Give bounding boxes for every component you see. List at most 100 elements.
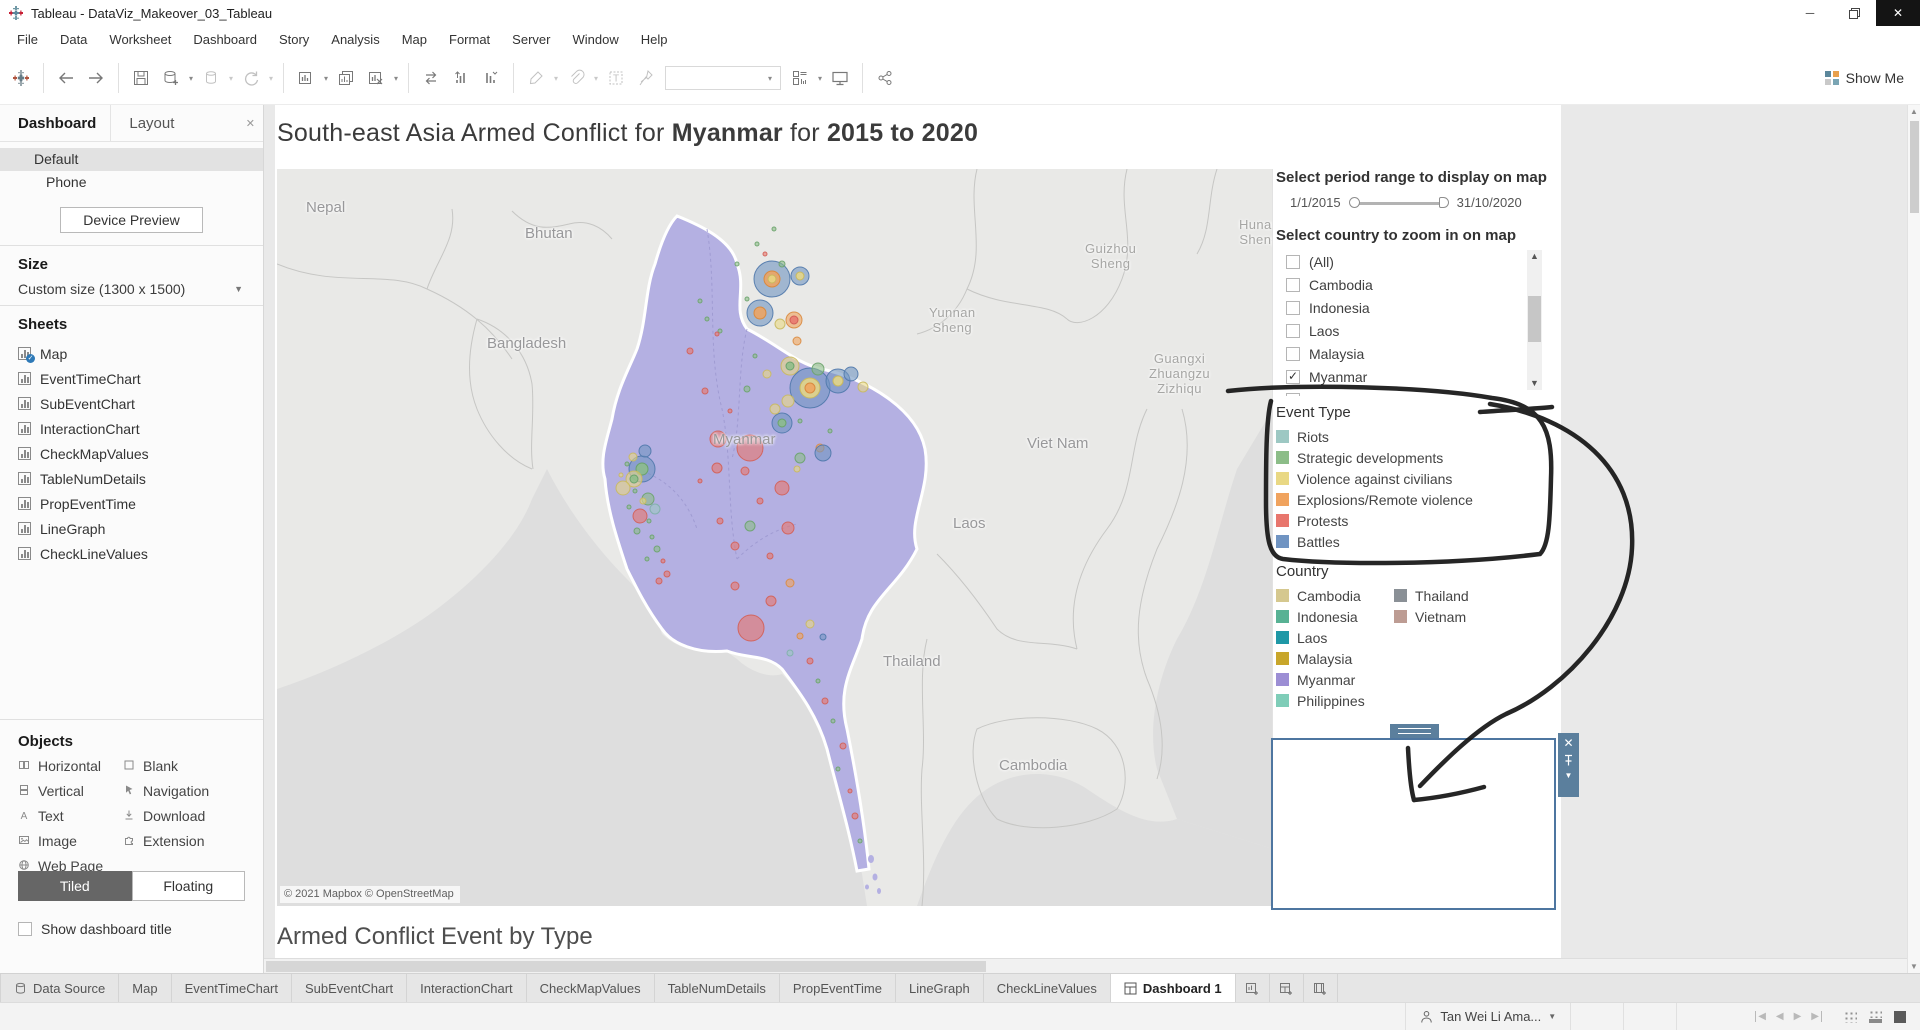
menu-data[interactable]: Data [49,28,98,51]
show-me-button[interactable]: Show Me [1824,70,1904,86]
map-bubble[interactable] [632,508,648,524]
map-bubble[interactable] [632,488,638,494]
new-worksheet-caret[interactable]: ▾ [321,74,331,83]
map-bubble[interactable] [756,497,764,505]
map-bubble[interactable] [628,452,638,462]
map-bubble[interactable] [793,465,801,473]
menu-dashboard[interactable]: Dashboard [182,28,268,51]
pause-updates-button[interactable] [196,61,226,95]
map-bubble-ring[interactable] [832,375,844,387]
scrollbar-thumb[interactable] [1528,296,1541,342]
redo-button[interactable] [81,61,111,95]
first-sheet-icon[interactable]: ◀ [1755,1011,1766,1022]
map-bubble[interactable] [781,394,795,408]
country-option-all[interactable]: (All) [1286,250,1558,273]
checkbox-icon[interactable] [1286,277,1300,292]
map-bubble[interactable] [644,556,650,562]
map-bubble[interactable] [740,466,750,476]
highlight-caret[interactable]: ▾ [551,74,561,83]
map-bubble[interactable] [754,241,760,247]
map-bubble[interactable] [743,385,751,393]
map-bubble[interactable] [765,595,777,607]
group-members-caret[interactable]: ▾ [591,74,601,83]
map-bubble[interactable] [806,657,814,665]
tab-tablenumdetails[interactable]: TableNumDetails [655,974,780,1002]
map-bubble[interactable] [638,444,652,458]
object-menu-caret-icon[interactable]: ▼ [1565,771,1573,780]
legend-item-vietnam[interactable]: Vietnam [1394,606,1469,627]
map-bubble[interactable] [737,614,765,642]
menu-file[interactable]: File [6,28,49,51]
blank-object-drag-handle[interactable] [1390,724,1439,738]
clear-sheet-button[interactable] [361,61,391,95]
horizontal-scrollbar[interactable] [264,958,1907,973]
map-bubble[interactable] [827,428,833,434]
scroll-up-icon[interactable]: ▲ [1527,250,1542,263]
map-bubble[interactable] [655,577,663,585]
map-bubble[interactable] [639,497,647,505]
new-data-source-button[interactable] [156,61,186,95]
tab-eventtimechart[interactable]: EventTimeChart [172,974,292,1002]
country-option-indonesia[interactable]: Indonesia [1286,296,1558,319]
map-bubble[interactable] [716,517,724,525]
map-bubble[interactable] [762,369,772,379]
country-option-malaysia[interactable]: Malaysia [1286,342,1558,365]
user-account-menu[interactable]: Tan Wei Li Ama... ▼ [1406,1003,1570,1030]
map-bubble[interactable] [830,718,836,724]
map-bubble[interactable] [762,251,768,257]
map-bubble[interactable] [786,649,794,657]
sheet-item-map[interactable]: ✓ Map [18,341,245,366]
vertical-scrollbar[interactable]: ▲ ▼ [1907,105,1920,973]
map-attribution[interactable]: © 2021 Mapbox © OpenStreetMap [280,886,460,903]
map-bubble[interactable] [857,838,863,844]
map-bubble[interactable] [819,633,827,641]
show-tabs-icon[interactable] [1894,1010,1906,1023]
map-bubble[interactable] [847,788,853,794]
object-item-blank[interactable]: Blank [123,758,245,774]
close-button[interactable]: ✕ [1876,0,1920,26]
tab-layout[interactable]: Layout [110,105,188,141]
run-update-button[interactable] [236,61,266,95]
map-bubble[interactable] [794,452,806,464]
checkbox-icon[interactable] [1286,254,1300,269]
map-bubble[interactable] [701,387,709,395]
map-bubble[interactable] [714,331,720,337]
size-selector[interactable]: Custom size (1300 x 1500) ▼ [18,281,245,297]
tab-dashboard[interactable]: Dashboard [0,105,110,141]
remove-object-icon[interactable]: ✕ [1563,733,1573,753]
fit-selector[interactable]: ▾ [665,66,781,90]
map-bubble[interactable] [857,381,869,393]
menu-worksheet[interactable]: Worksheet [98,28,182,51]
map-bubble[interactable] [839,742,847,750]
object-item-extension[interactable]: Extension [123,833,245,849]
map-bubble[interactable] [778,260,786,268]
new-dashboard-tab-button[interactable] [1270,974,1304,1002]
show-filmstrip-icon[interactable] [1869,1010,1882,1023]
tab-linegraph[interactable]: LineGraph [896,974,984,1002]
tab-map[interactable]: Map [119,974,172,1002]
map-bubble[interactable] [744,520,756,532]
country-option-laos[interactable]: Laos [1286,319,1558,342]
legend-item-violence-against-civilians[interactable]: Violence against civilians [1276,468,1558,489]
range-slider[interactable] [1348,196,1449,210]
scrollbar-thumb[interactable] [266,961,986,972]
show-hide-cards-caret[interactable]: ▾ [815,74,825,83]
sheet-item-checklinevalues[interactable]: CheckLineValues [18,541,245,566]
country-option-partial[interactable] [1286,388,1558,396]
floating-button[interactable]: Floating [131,871,245,901]
menu-story[interactable]: Story [268,28,320,51]
tab-checklinevalues[interactable]: CheckLineValues [984,974,1111,1002]
new-worksheet-tab-button[interactable] [1236,974,1270,1002]
fit-selector-caret[interactable]: ▾ [765,74,775,83]
tab-subeventchart[interactable]: SubEventChart [292,974,408,1002]
legend-item-strategic-developments[interactable]: Strategic developments [1276,447,1558,468]
undo-button[interactable] [51,61,81,95]
legend-item-riots[interactable]: Riots [1276,426,1558,447]
tab-checkmapvalues[interactable]: CheckMapValues [527,974,655,1002]
legend-item-explosions-remote-violence[interactable]: Explosions/Remote violence [1276,489,1558,510]
checkbox-icon[interactable] [1286,323,1300,338]
legend-item-thailand[interactable]: Thailand [1394,585,1469,606]
legend-item-protests[interactable]: Protests [1276,510,1558,531]
map-bubble[interactable] [711,462,723,474]
map-bubble[interactable] [766,552,774,560]
